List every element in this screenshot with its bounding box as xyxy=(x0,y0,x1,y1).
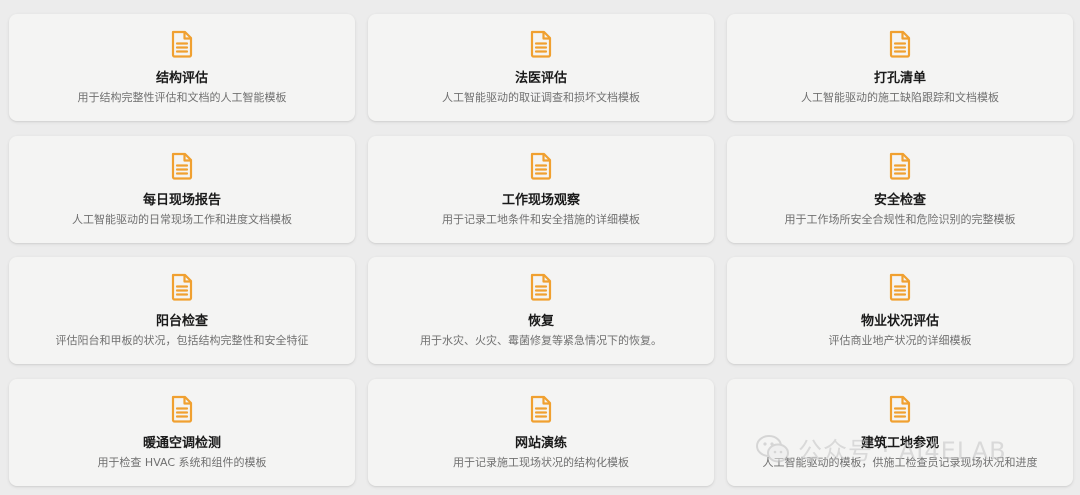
template-description: 评估阳台和甲板的状况，包括结构完整性和安全特征 xyxy=(55,334,309,347)
template-card-property-condition-assessment[interactable]: 物业状况评估 评估商业地产状况的详细模板 xyxy=(727,257,1073,364)
template-card-jobsite-observation[interactable]: 工作现场观察 用于记录工地条件和安全措施的详细模板 xyxy=(368,135,714,243)
template-grid: 结构评估 用于结构完整性评估和文档的人工智能模板 法医评估 人工智能驱动的取证调… xyxy=(9,14,1073,486)
template-description: 人工智能驱动的日常现场工作和进度文档模板 xyxy=(72,212,292,226)
template-title: 工作现场观察 xyxy=(501,192,580,208)
template-card-punch-list[interactable]: 打孔清单 人工智能驱动的施工缺陷跟踪和文档模板 xyxy=(727,14,1073,121)
template-title: 安全检查 xyxy=(873,192,926,208)
template-card-construction-site-visit[interactable]: 建筑工地参观 人工智能驱动的模板，供施工检查员记录现场状况和进度 xyxy=(727,378,1073,486)
document-icon xyxy=(887,152,913,180)
document-icon xyxy=(169,273,195,301)
document-icon xyxy=(169,152,195,180)
template-title: 打孔清单 xyxy=(873,71,926,86)
template-description: 人工智能驱动的模板，供施工检查员记录现场状况和进度 xyxy=(762,455,1038,469)
template-title: 物业状况评估 xyxy=(860,314,939,329)
template-card-forensic-assessment[interactable]: 法医评估 人工智能驱动的取证调查和损坏文档模板 xyxy=(368,14,714,121)
template-title: 结构评估 xyxy=(155,71,208,86)
document-icon xyxy=(887,395,913,423)
document-icon xyxy=(528,273,554,301)
template-card-site-walkthrough[interactable]: 网站演练 用于记录施工现场状况的结构化模板 xyxy=(368,378,714,486)
document-icon xyxy=(887,30,913,58)
template-description: 用于记录工地条件和安全措施的详细模板 xyxy=(442,212,640,226)
template-title: 恢复 xyxy=(527,314,554,329)
template-title: 每日现场报告 xyxy=(142,192,221,208)
template-title: 法医评估 xyxy=(514,71,567,86)
document-icon xyxy=(528,30,554,58)
template-title: 网站演练 xyxy=(514,435,567,451)
template-description: 人工智能驱动的施工缺陷跟踪和文档模板 xyxy=(801,91,999,104)
template-card-safety-inspection[interactable]: 安全检查 用于工作场所安全合规性和危险识别的完整模板 xyxy=(727,135,1073,243)
template-description: 评估商业地产状况的详细模板 xyxy=(828,334,972,347)
document-icon xyxy=(169,395,195,423)
template-title: 建筑工地参观 xyxy=(860,435,939,451)
template-description: 用于检查 HVAC 系统和组件的模板 xyxy=(97,455,267,469)
template-description: 用于水灾、火灾、霉菌修复等紧急情况下的恢复。 xyxy=(420,334,662,347)
template-card-restoration[interactable]: 恢复 用于水灾、火灾、霉菌修复等紧急情况下的恢复。 xyxy=(368,257,714,364)
template-description: 用于工作场所安全合规性和危险识别的完整模板 xyxy=(784,212,1016,226)
document-icon xyxy=(169,30,195,58)
template-description: 用于结构完整性评估和文档的人工智能模板 xyxy=(77,91,287,104)
template-card-structural-assessment[interactable]: 结构评估 用于结构完整性评估和文档的人工智能模板 xyxy=(9,14,355,121)
document-icon xyxy=(887,273,913,301)
template-description: 人工智能驱动的取证调查和损坏文档模板 xyxy=(442,91,640,104)
template-card-daily-field-report[interactable]: 每日现场报告 人工智能驱动的日常现场工作和进度文档模板 xyxy=(9,135,355,243)
template-description: 用于记录施工现场状况的结构化模板 xyxy=(453,455,629,469)
template-card-balcony-inspection[interactable]: 阳台检查 评估阳台和甲板的状况，包括结构完整性和安全特征 xyxy=(9,257,355,364)
template-card-hvac-inspection[interactable]: 暖通空调检测 用于检查 HVAC 系统和组件的模板 xyxy=(9,378,355,486)
document-icon xyxy=(528,152,554,180)
template-title: 阳台检查 xyxy=(155,314,208,329)
template-title: 暖通空调检测 xyxy=(142,435,221,451)
document-icon xyxy=(528,395,554,423)
